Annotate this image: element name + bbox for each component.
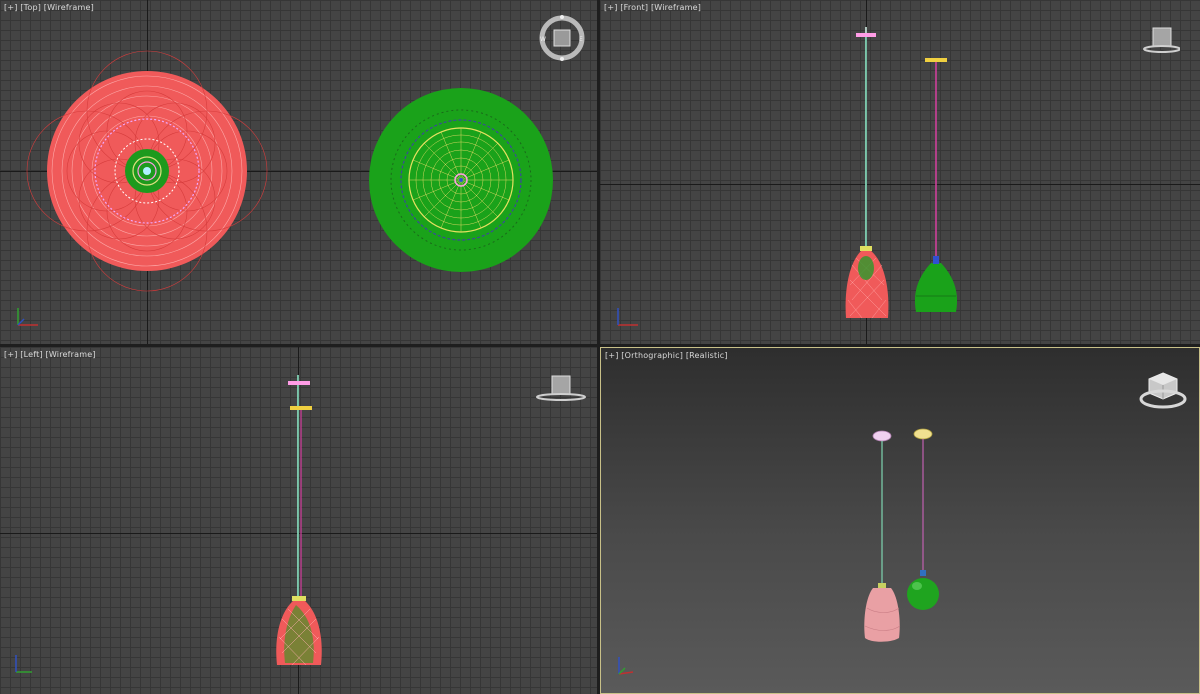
viewport-menu-button[interactable]: [+] [604,3,618,12]
shading-mode-label[interactable]: [Realistic] [686,351,728,360]
pink-lamp-realistic[interactable] [864,430,901,642]
red-lamp-top-wireframe[interactable] [26,50,268,292]
viewport-label-orthographic: [+] [Orthographic] [Realistic] [605,351,728,360]
axis-tripod-icon [618,657,634,675]
axis-tripod-icon [15,655,32,673]
view-type-label[interactable]: [Top] [20,3,41,12]
shading-mode-label[interactable]: [Wireframe] [44,3,94,12]
axis-tripod-icon [17,308,38,326]
top-scene [26,50,553,292]
viewport-menu-button[interactable]: [+] [4,3,18,12]
compass-east: E [579,36,583,43]
green-lamp-realistic[interactable] [907,428,939,610]
green-lamp-top-wireframe[interactable] [369,88,553,272]
compass-west: W [540,36,546,43]
viewport-label-top: [+] [Top] [Wireframe] [4,3,94,12]
viewcube-icon[interactable]: W E [537,13,587,63]
shading-mode-label[interactable]: [Wireframe] [651,3,701,12]
viewport-label-front: [+] [Front] [Wireframe] [604,3,701,12]
viewport-top[interactable]: W E [+] [Top] [Wireframe] [0,0,597,344]
red-lamp-front[interactable] [845,27,889,319]
lamps-left-view[interactable] [276,375,322,666]
view-type-label[interactable]: [Left] [20,350,43,359]
orthographic-scene [864,428,939,642]
shading-mode-label[interactable]: [Wireframe] [46,350,96,359]
viewport-label-left: [+] [Left] [Wireframe] [4,350,96,359]
viewcube-icon[interactable] [1140,25,1180,55]
viewport-orthographic[interactable]: [+] [Orthographic] [Realistic] [600,347,1200,694]
view-type-label[interactable]: [Front] [620,3,648,12]
axis-tripod-icon [617,308,638,326]
viewport-menu-button[interactable]: [+] [4,350,18,359]
viewcube-icon[interactable] [536,373,588,403]
view-type-label[interactable]: [Orthographic] [621,351,683,360]
viewport-front[interactable]: [+] [Front] [Wireframe] [600,0,1200,344]
viewport-menu-button[interactable]: [+] [605,351,619,360]
green-lamp-front[interactable] [914,58,958,312]
left-scene [276,375,322,666]
viewcube-icon[interactable] [1137,368,1189,414]
viewport-left[interactable]: [+] [Left] [Wireframe] [0,347,597,694]
front-scene [845,27,958,319]
